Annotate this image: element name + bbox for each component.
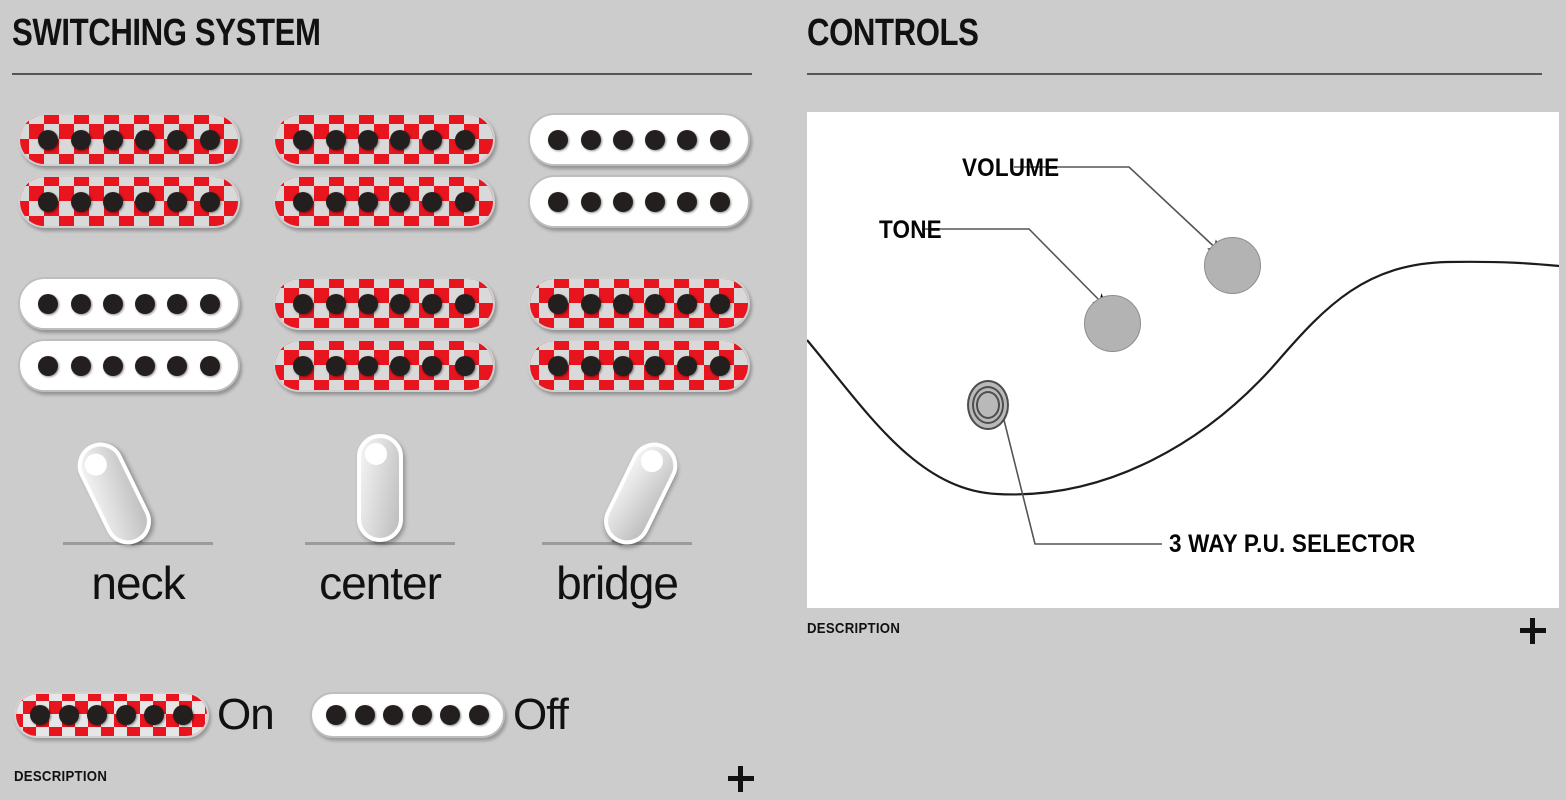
pickup-coil [18,339,240,392]
pickup-r2c2 [273,277,495,397]
pickup-coil [18,277,240,330]
legend-chip-off [310,692,505,738]
controls-diagram: VOLUME TONE 3 WAY P.U. SELECTOR [807,112,1559,608]
selector-ring-inner [976,391,1000,419]
tone-leader-line [922,228,1109,310]
pickup-r2c1 [18,277,240,397]
switch-label-center: center [319,557,442,609]
switch-lever[interactable] [69,434,159,553]
pole-pieces [275,177,493,226]
description-label: DESCRIPTION [14,768,108,785]
plus-icon[interactable] [728,766,754,792]
pickup-r1c1 [18,113,240,233]
legend-label-on: On [217,690,275,739]
pickup-r1c3 [528,113,750,233]
pole-pieces [20,279,238,328]
pole-pieces [530,115,748,164]
pole-pieces [530,177,748,226]
tone-knob[interactable] [1084,295,1141,352]
pickup-coil [273,113,495,166]
description-row-switching[interactable]: DESCRIPTION [14,766,754,798]
switch-center[interactable]: center [295,432,465,622]
callout-volume: VOLUME [962,154,1060,182]
description-row-controls[interactable]: DESCRIPTION [807,618,1546,650]
pickup-r1c2 [273,113,495,233]
page-title: SWITCHING SYSTEM [12,12,321,54]
pole-pieces [20,177,238,226]
legend-chip-on [14,692,209,738]
legend-item-off: Off [310,690,569,740]
pickup-coil [528,277,750,330]
switching-system-panel: SWITCHING SYSTEM neck center bridge On O… [0,0,790,800]
switch-bridge[interactable]: bridge [532,432,702,622]
switch-lever[interactable] [357,434,403,542]
pickup-coil [18,113,240,166]
pickup-coil [18,175,240,228]
callout-tone: TONE [879,216,942,244]
callout-pickup-selector: 3 WAY P.U. SELECTOR [1169,530,1416,558]
pole-pieces [275,279,493,328]
pole-pieces [275,115,493,164]
description-label: DESCRIPTION [807,620,901,637]
title-divider [12,73,752,75]
pole-pieces [20,341,238,390]
controls-panel: CONTROLS VOLUME TONE 3 WAY P.U. SELECTOR… [790,0,1566,800]
pole-pieces [530,279,748,328]
switch-lever[interactable] [596,434,686,553]
title-divider [807,73,1542,75]
controls-title: CONTROLS [807,12,979,54]
pickup-coil [273,339,495,392]
plus-icon[interactable] [1520,618,1546,644]
switch-neck[interactable]: neck [53,432,223,622]
pole-pieces [16,694,207,736]
volume-knob[interactable] [1204,237,1261,294]
pickup-coil [528,339,750,392]
selector-leader-line [996,398,1162,545]
guitar-body-outline [807,260,1559,496]
legend-item-on: On [14,690,275,740]
pole-pieces [20,115,238,164]
page-root: SWITCHING SYSTEM neck center bridge On O… [0,0,1566,800]
pickup-selector[interactable] [967,380,1009,430]
pole-pieces [312,694,503,736]
pickup-coil [273,175,495,228]
pickup-coil [528,113,750,166]
switch-label-neck: neck [91,557,185,609]
pickup-coil [528,175,750,228]
pole-pieces [275,341,493,390]
pickup-coil [273,277,495,330]
pickup-r2c3 [528,277,750,397]
legend-label-off: Off [513,690,569,739]
pole-pieces [530,341,748,390]
switch-label-bridge: bridge [556,557,679,609]
